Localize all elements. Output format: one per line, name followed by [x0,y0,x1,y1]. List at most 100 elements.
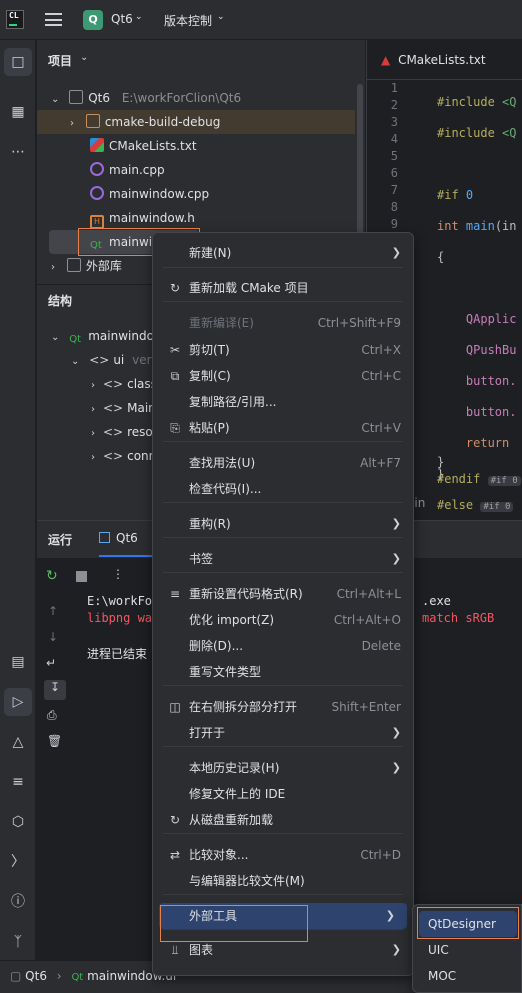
tag-icon: <> [89,353,110,367]
menu-item[interactable]: 书签 ❯ [153,546,413,572]
project-switcher[interactable]: Qt6 [111,12,133,26]
menu-item[interactable]: 删除(D)... Delete [153,633,413,659]
project-badge-icon: Q [83,10,103,30]
tree-item-mainwindow-h[interactable]: Hmainwindow.h [90,206,195,230]
structure-child[interactable]: › <> Main [91,396,156,420]
menu-item-uic[interactable]: UIC [419,937,517,963]
services-icon[interactable]: ▤ [4,648,32,676]
copy-icon: ⧉ [170,369,180,383]
menu-separator [163,894,403,895]
tree-item-external-libs[interactable]: › 外部库 [51,254,122,278]
console-error-line: match sRGB [422,611,495,625]
project-panel-title: 项目 [48,54,73,68]
menu-shortcut: Ctrl+V [361,421,401,435]
status-project[interactable]: Qt6 [25,969,47,983]
menu-separator [163,537,403,538]
menu-item-label: 本地历史记录(H) [189,761,280,775]
menu-item[interactable]: 检查代码(I)... [153,476,413,502]
structure-child[interactable]: › <> class [91,372,157,396]
menu-item[interactable]: 重新编译(E) Ctrl+Shift+F9 [153,310,413,336]
menu-item[interactable]: 查找用法(U) Alt+F7 [153,450,413,476]
run-panel-title: 运行 [48,533,73,547]
menu-item-label: 粘贴(P) [189,421,230,435]
up-arrow-icon[interactable]: ↑ [48,604,58,618]
menu-item[interactable]: ⎘ 粘贴(P) Ctrl+V [153,415,413,441]
format-icon: ≡ [169,587,181,601]
menu-item-moc[interactable]: MOC [419,963,517,989]
menu-item[interactable]: ◫ 在右侧拆分部分打开 Shift+Enter [153,694,413,720]
menu-shortcut: Alt+F7 [360,456,401,470]
folder-icon[interactable]: □ [4,48,32,76]
menu-shortcut: Ctrl+Alt+L [336,587,401,601]
run-tab[interactable]: Qt6 [99,531,138,545]
run-icon[interactable]: ▷ [4,688,32,716]
chevron-down-icon: ⌄ [217,12,225,22]
menu-item[interactable]: ↻ 从磁盘重新加载 [153,807,413,833]
menu-item[interactable]: 与编辑器比较文件(M) [153,868,413,894]
menu-item[interactable]: ↻ 重新加载 CMake 项目 [153,275,413,301]
down-arrow-icon[interactable]: ↓ [48,630,58,644]
highlight-box-external-tools [160,905,308,942]
console-line: .exe [422,594,451,608]
structure-child[interactable]: › <> conn [91,444,156,468]
menu-item[interactable]: ⇄ 比较对象... Ctrl+D [153,842,413,868]
menu-shortcut: Delete [361,639,401,653]
menu-item[interactable]: 新建(N) ❯ [153,240,413,266]
split-icon: ◫ [169,700,181,714]
tab-cmakelists[interactable]: ▲ CMakeLists.txt [367,40,522,80]
menu-item[interactable]: 打开于 ❯ [153,720,413,746]
scroll-end-icon[interactable]: ↧ [44,680,66,700]
menu-item-label: 图表 [189,943,214,957]
menu-item[interactable]: 重构(R) ❯ [153,511,413,537]
menu-item[interactable]: 本地历史记录(H) ❯ [153,755,413,781]
menu-shortcut: Ctrl+C [361,369,401,383]
console-error-line: libpng wa [87,611,153,625]
menu-item[interactable]: 复制路径/引用... [153,389,413,415]
menu-item[interactable]: ≡ 重新设置代码格式(R) Ctrl+Alt+L [153,581,413,607]
cmake-icon[interactable]: △ [4,728,32,756]
debug-icon[interactable]: ⬡ [4,808,32,836]
tree-item-mainwindow-cpp[interactable]: mainwindow.cpp [90,182,209,206]
menu-item[interactable]: 重写文件类型 [153,659,413,685]
terminal-icon[interactable]: 〉 [4,848,32,876]
problems-icon[interactable]: ⓘ [4,888,32,916]
menu-item-label: 在右侧拆分部分打开 [189,700,298,714]
trash-icon[interactable]: 🗑 [47,734,62,748]
menu-separator [163,572,403,573]
more-icon[interactable]: ⋯ [4,138,32,166]
tree-item-cmakelists[interactable]: CMakeLists.txt [90,134,197,158]
menu-item-label: 剪切(T) [189,343,230,357]
more-icon[interactable]: ⋮ [112,567,124,581]
menu-item-label: 新建(N) [189,246,232,260]
menu-item[interactable]: 优化 import(Z) Ctrl+Alt+O [153,607,413,633]
tree-item-cmake-build-debug[interactable]: › cmake-build-debug [37,110,355,134]
vcs-menu[interactable]: 版本控制 [164,12,212,29]
cmake-icon [90,138,104,152]
structure-icon[interactable]: ▦ [4,98,32,126]
chevron-down-icon[interactable]: ⌄ [80,52,88,63]
menu-item-label: 重构(R) [189,517,231,531]
menu-separator [163,746,403,747]
console-line: E:\workFo [87,594,153,608]
chevron-down-icon: ⌄ [135,12,143,22]
rerun-icon[interactable]: ↻ [46,568,58,584]
menu-item[interactable]: 修复文件上的 IDE [153,781,413,807]
messages-icon[interactable]: ≡ [4,768,32,796]
stop-icon[interactable] [76,571,87,582]
tree-item-main-cpp[interactable]: main.cpp [90,158,165,182]
code-text-tail[interactable]: } #endif #if 0 [437,454,521,488]
menu-item-label: 打开于 [189,726,226,740]
menu-item-label: 复制(C) [189,369,231,383]
tree-item-root[interactable]: ⌄ Qt6 E:\workForClion\Qt6 [51,86,351,110]
print-icon[interactable]: ⎙ [47,708,57,723]
cmake-icon: ▲ [381,53,391,67]
wrap-icon[interactable]: ↵ [46,656,56,670]
main-menu-icon[interactable] [45,13,62,26]
menu-item-label: 修复文件上的 IDE [189,787,286,801]
app-icon [99,532,110,543]
menu-item[interactable]: ✂ 剪切(T) Ctrl+X [153,337,413,363]
structure-child[interactable]: › <> reso [91,420,153,444]
git-icon[interactable]: ᛉ [4,928,32,956]
menu-item-label: 删除(D)... [189,639,244,653]
menu-item[interactable]: ⧉ 复制(C) Ctrl+C [153,363,413,389]
